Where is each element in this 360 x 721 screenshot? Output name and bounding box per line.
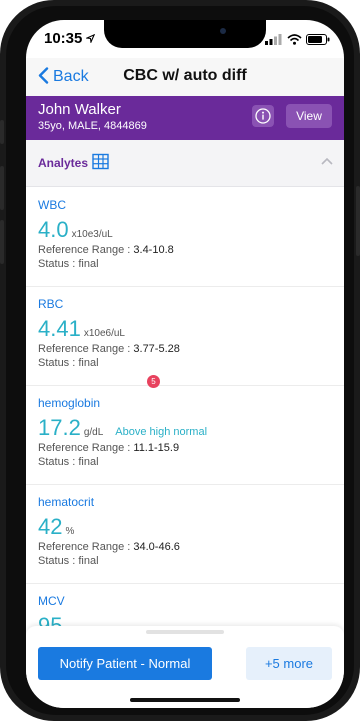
analyte-name: hematocrit (38, 495, 95, 509)
analytes-section-header[interactable]: Analytes (26, 140, 344, 187)
power-button (356, 186, 360, 256)
reference-range: Reference Range : 3.4-10.8 (38, 244, 174, 256)
analyte-unit: % (65, 526, 75, 537)
analyte-unit: g/dL (83, 427, 104, 438)
notch (104, 20, 266, 48)
chevron-up-icon[interactable] (320, 154, 334, 168)
status-time: 10:35 (44, 30, 83, 47)
drawer-grabber[interactable] (146, 630, 224, 634)
camera-dot (220, 28, 226, 34)
analyte-value: 4.0 x10e3/uL (38, 217, 113, 243)
volume-up-button (0, 166, 4, 210)
analyte-row-mcv[interactable]: MCV 95 (26, 583, 344, 627)
analyte-status: Status : final (38, 456, 99, 468)
analyte-value-number: 4.0 (38, 217, 69, 242)
analyte-name: WBC (38, 198, 66, 212)
home-indicator[interactable] (130, 698, 240, 702)
reference-range-value: 3.77-5.28 (133, 343, 180, 355)
analyte-value: 4.41 x10e6/uL (38, 316, 125, 342)
reference-range-value: 11.1-15.9 (133, 442, 180, 454)
reference-range-label: Reference Range : (38, 244, 134, 256)
notify-patient-button[interactable]: Notify Patient - Normal (38, 647, 212, 680)
analyte-value-number: 42 (38, 514, 63, 539)
volume-down-button (0, 220, 4, 264)
reference-range-value: 34.0-46.6 (133, 541, 180, 553)
battery-icon (306, 34, 330, 45)
reference-range-label: Reference Range : (38, 343, 134, 355)
silent-switch (0, 120, 4, 144)
reference-range: Reference Range : 34.0-46.6 (38, 541, 180, 553)
analyte-status: Status : final (38, 555, 99, 567)
analyte-status: Status : final (38, 258, 99, 270)
analyte-status: Status : final (38, 357, 99, 369)
signal-icon (265, 34, 282, 45)
more-actions-button[interactable]: +5 more (246, 647, 332, 680)
status-icons (265, 32, 330, 45)
phone-frame: 10:35 Back CBC w/ auto diff John Walker … (0, 0, 360, 721)
location-arrow-icon (86, 34, 95, 43)
action-footer: Notify Patient - Normal +5 more (26, 626, 344, 708)
analyte-row-rbc[interactable]: RBC 4.41 x10e6/uL Reference Range : 3.77-… (26, 286, 344, 386)
patient-info: 35yo, MALE, 4844869 (38, 120, 147, 132)
wifi-icon (287, 34, 302, 45)
info-button[interactable] (252, 105, 274, 127)
analyte-name: MCV (38, 594, 65, 608)
analyte-value-number: 4.41 (38, 316, 81, 341)
analytes-list: WBC 4.0 x10e3/uL Reference Range : 3.4-10… (26, 187, 344, 627)
analytes-label: Analytes (38, 156, 89, 170)
screen: 10:35 Back CBC w/ auto diff John Walker … (26, 20, 344, 708)
patient-banner: John Walker 35yo, MALE, 4844869 View (26, 96, 344, 140)
analyte-name: RBC (38, 297, 64, 311)
analyte-name: hemoglobin (38, 396, 101, 410)
table-grid-icon[interactable] (92, 153, 109, 170)
analyte-value-number: 17.2 (38, 415, 81, 440)
reference-range: Reference Range : 3.77-5.28 (38, 343, 180, 355)
patient-name: John Walker (38, 101, 121, 118)
reference-range: Reference Range : 11.1-15.9 (38, 442, 179, 454)
analyte-unit: x10e6/uL (83, 328, 125, 339)
analyte-value: 95 (38, 613, 62, 627)
reference-range-label: Reference Range : (38, 442, 134, 454)
analyte-value: 17.2 g/dL Above high normal (38, 415, 207, 441)
status-bar: 10:35 (26, 20, 344, 58)
abnormal-flag: Above high normal (115, 426, 208, 438)
analyte-value-number: 95 (38, 613, 63, 627)
notification-badge[interactable]: 5 (147, 375, 160, 388)
analyte-row-wbc[interactable]: WBC 4.0 x10e3/uL Reference Range : 3.4-10… (26, 187, 344, 287)
info-icon (255, 108, 271, 124)
page-title: CBC w/ auto diff (123, 67, 247, 84)
analyte-row-hematocrit[interactable]: hematocrit 42% Reference Range : 34.0-46… (26, 484, 344, 584)
reference-range-value: 3.4-10.8 (133, 244, 174, 256)
analyte-value: 42% (38, 514, 74, 540)
navigation-bar: Back CBC w/ auto diff (26, 58, 344, 96)
reference-range-label: Reference Range : (38, 541, 134, 553)
analyte-row-hemoglobin[interactable]: hemoglobin 17.2 g/dL Above high normal Ref… (26, 385, 344, 485)
view-button[interactable]: View (286, 104, 332, 128)
analyte-unit: x10e3/uL (71, 229, 113, 240)
